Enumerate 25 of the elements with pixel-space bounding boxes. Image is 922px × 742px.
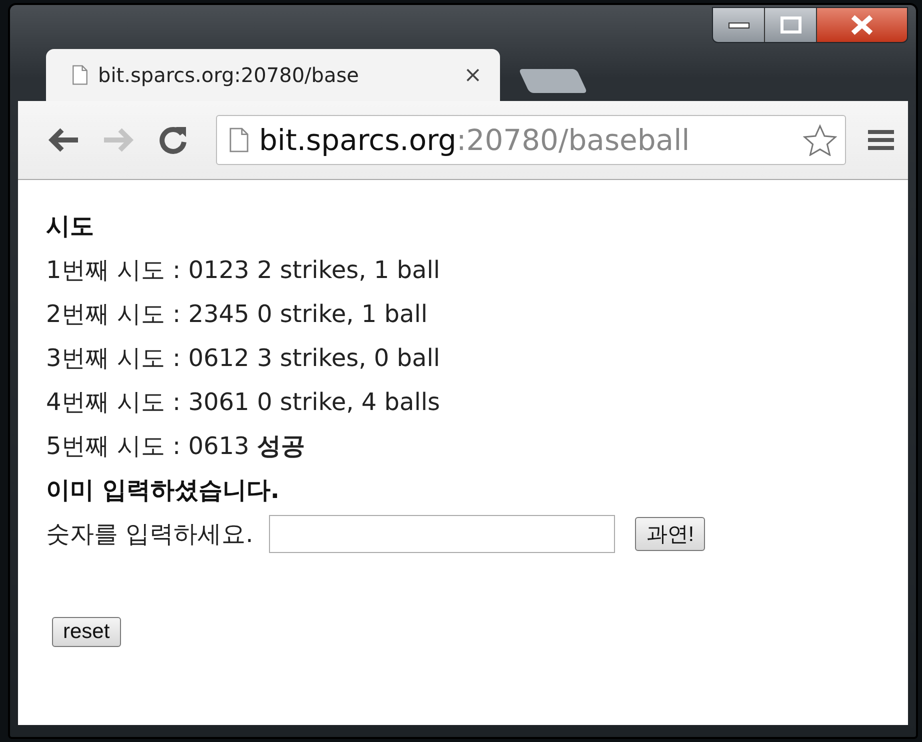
attempt-result: 1번째 시도 : 0123 2 strikes, 1 ball [46, 255, 442, 286]
reload-button[interactable] [158, 125, 188, 155]
attempt-result: 5번째 시도 : 0613 성공 [46, 431, 306, 462]
star-icon[interactable] [803, 124, 837, 156]
page-icon [229, 126, 249, 154]
prompt-label: 숫자를 입력하세요. [46, 519, 254, 550]
section-heading: 시도 [46, 211, 95, 242]
menu-icon[interactable] [868, 128, 894, 152]
attempt-result: 3번째 시도 : 0612 3 strikes, 0 ball [46, 343, 442, 374]
address-bar[interactable]: bit.sparcs.org:20780/baseball [216, 115, 846, 165]
notice-text: 이미 입력하셨습니다. [46, 475, 280, 506]
close-icon [849, 14, 875, 36]
number-input[interactable] [269, 515, 616, 553]
minimize-icon [728, 21, 750, 29]
attempt-result: 2번째 시도 : 2345 0 strike, 1 ball [46, 299, 429, 330]
back-button[interactable] [46, 126, 80, 154]
submit-button[interactable]: 과연! [635, 517, 706, 551]
close-button[interactable] [817, 8, 907, 42]
attempt-result: 4번째 시도 : 3061 0 strike, 4 balls [46, 387, 442, 418]
reset-button[interactable]: reset [52, 617, 121, 647]
minimize-button[interactable] [713, 8, 765, 42]
page-icon [72, 64, 88, 86]
browser-tab[interactable]: bit.sparcs.org:20780/base × [46, 49, 500, 101]
maximize-icon [780, 16, 802, 34]
close-icon[interactable]: × [464, 62, 482, 88]
